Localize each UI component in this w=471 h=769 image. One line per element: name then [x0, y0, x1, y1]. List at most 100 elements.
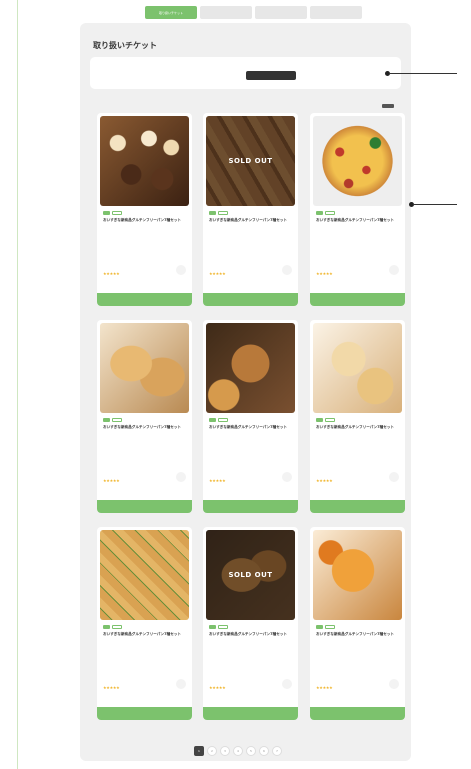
- product-title[interactable]: おいすぎな新商品グルテンフリーパン7種セット: [209, 425, 293, 430]
- product-image[interactable]: [100, 530, 189, 620]
- rating-stars: ★★★★★: [209, 478, 226, 483]
- product-image[interactable]: SOLD OUT: [206, 116, 295, 206]
- tab-tickets[interactable]: 取り扱いチケット: [145, 6, 197, 19]
- page-number-button[interactable]: 2: [207, 746, 217, 756]
- card-badge: [325, 418, 335, 422]
- tab-3[interactable]: [255, 6, 307, 19]
- product-title[interactable]: おいすぎな新商品グルテンフリーパン7種セット: [103, 218, 187, 223]
- product-action-button[interactable]: [310, 293, 405, 306]
- product-image[interactable]: [313, 530, 402, 620]
- product-image[interactable]: [100, 323, 189, 413]
- product-title[interactable]: おいすぎな新商品グルテンフリーパン7種セット: [103, 632, 187, 637]
- card-badge: [209, 418, 216, 422]
- product-card[interactable]: おいすぎな新商品グルテンフリーパン7種セット ★★★★★: [310, 113, 405, 306]
- card-badge: [230, 625, 240, 629]
- product-title[interactable]: おいすぎな新商品グルテンフリーパン7種セット: [209, 632, 293, 637]
- filter-box: [90, 57, 401, 89]
- card-badge: [209, 625, 216, 629]
- page-number-button[interactable]: 5: [246, 746, 256, 756]
- tab-4[interactable]: [310, 6, 362, 19]
- rating-stars: ★★★★★: [209, 271, 226, 276]
- product-action-button[interactable]: [203, 707, 298, 720]
- favorite-icon[interactable]: [389, 679, 399, 689]
- badge-list: [103, 211, 122, 215]
- rating-stars: ★★★★★: [316, 271, 333, 276]
- card-badge: [218, 418, 228, 422]
- left-guide-line: [17, 0, 18, 769]
- product-title[interactable]: おいすぎな新商品グルテンフリーパン7種セット: [316, 218, 400, 223]
- favorite-icon[interactable]: [282, 472, 292, 482]
- page-number-button[interactable]: 1: [194, 746, 204, 756]
- product-card[interactable]: SOLD OUT おいすぎな新商品グルテンフリーパン7種セット ★★★★★: [203, 113, 298, 306]
- page-number-button[interactable]: 3: [220, 746, 230, 756]
- pagination: 1234567: [185, 746, 291, 756]
- sold-out-overlay: SOLD OUT: [206, 116, 295, 206]
- card-badge: [103, 418, 110, 422]
- product-card[interactable]: SOLD OUT おいすぎな新商品グルテンフリーパン7種セット ★★★★★: [203, 527, 298, 720]
- product-card[interactable]: おいすぎな新商品グルテンフリーパン7種セット ★★★★★: [97, 113, 192, 306]
- badge-list: [316, 418, 335, 422]
- product-action-button[interactable]: [310, 707, 405, 720]
- filter-option-2[interactable]: [190, 71, 236, 80]
- product-card[interactable]: おいすぎな新商品グルテンフリーパン7種セット ★★★★★: [97, 320, 192, 513]
- page: 取り扱いチケット 取り扱いチケット おいすぎな新商品グルテンフリーパン7種セット…: [0, 0, 471, 769]
- product-action-button[interactable]: [203, 293, 298, 306]
- filter-option-3[interactable]: [246, 71, 296, 80]
- product-title[interactable]: おいすぎな新商品グルテンフリーパン7種セット: [316, 425, 400, 430]
- product-action-button[interactable]: [97, 707, 192, 720]
- rating-stars: ★★★★★: [316, 478, 333, 483]
- product-image[interactable]: [313, 116, 402, 206]
- product-action-button[interactable]: [310, 500, 405, 513]
- favorite-icon[interactable]: [282, 265, 292, 275]
- rating-stars: ★★★★★: [103, 685, 120, 690]
- badge-list: [209, 211, 240, 215]
- page-number-button[interactable]: 7: [272, 746, 282, 756]
- tab-2[interactable]: [200, 6, 252, 19]
- badge-list: [209, 625, 240, 629]
- annotation-line-1: [389, 73, 457, 74]
- card-badge: [218, 625, 228, 629]
- product-action-button[interactable]: [203, 500, 298, 513]
- view-toggle[interactable]: [382, 104, 394, 108]
- card-badge: [316, 418, 323, 422]
- favorite-icon[interactable]: [176, 472, 186, 482]
- product-image[interactable]: [313, 323, 402, 413]
- badge-list: [209, 418, 240, 422]
- card-badge: [325, 211, 335, 215]
- card-badge: [230, 211, 240, 215]
- badge-list: [316, 211, 335, 215]
- filter-option-1[interactable]: [110, 71, 156, 80]
- rating-stars: ★★★★★: [103, 271, 120, 276]
- product-title[interactable]: おいすぎな新商品グルテンフリーパン7種セット: [103, 425, 187, 430]
- page-title: 取り扱いチケット: [93, 41, 157, 50]
- rating-stars: ★★★★★: [103, 478, 120, 483]
- product-card[interactable]: おいすぎな新商品グルテンフリーパン7種セット ★★★★★: [310, 320, 405, 513]
- favorite-icon[interactable]: [176, 265, 186, 275]
- product-image[interactable]: [100, 116, 189, 206]
- product-action-button[interactable]: [97, 500, 192, 513]
- product-image[interactable]: [206, 323, 295, 413]
- card-badge: [230, 418, 240, 422]
- badge-list: [103, 625, 122, 629]
- page-number-button[interactable]: 4: [233, 746, 243, 756]
- favorite-icon[interactable]: [176, 679, 186, 689]
- product-card[interactable]: おいすぎな新商品グルテンフリーパン7種セット ★★★★★: [203, 320, 298, 513]
- product-action-button[interactable]: [97, 293, 192, 306]
- product-title[interactable]: おいすぎな新商品グルテンフリーパン7種セット: [209, 218, 293, 223]
- rating-stars: ★★★★★: [209, 685, 226, 690]
- page-number-button[interactable]: 6: [259, 746, 269, 756]
- card-badge: [209, 211, 216, 215]
- product-card[interactable]: おいすぎな新商品グルテンフリーパン7種セット ★★★★★: [97, 527, 192, 720]
- favorite-icon[interactable]: [282, 679, 292, 689]
- product-title[interactable]: おいすぎな新商品グルテンフリーパン7種セット: [316, 632, 400, 637]
- card-badge: [316, 625, 323, 629]
- card-badge: [112, 211, 122, 215]
- badge-list: [316, 625, 335, 629]
- favorite-icon[interactable]: [389, 265, 399, 275]
- product-image[interactable]: SOLD OUT: [206, 530, 295, 620]
- favorite-icon[interactable]: [389, 472, 399, 482]
- annotation-line-2: [413, 204, 457, 205]
- rating-stars: ★★★★★: [316, 685, 333, 690]
- card-badge: [112, 418, 122, 422]
- product-card[interactable]: おいすぎな新商品グルテンフリーパン7種セット ★★★★★: [310, 527, 405, 720]
